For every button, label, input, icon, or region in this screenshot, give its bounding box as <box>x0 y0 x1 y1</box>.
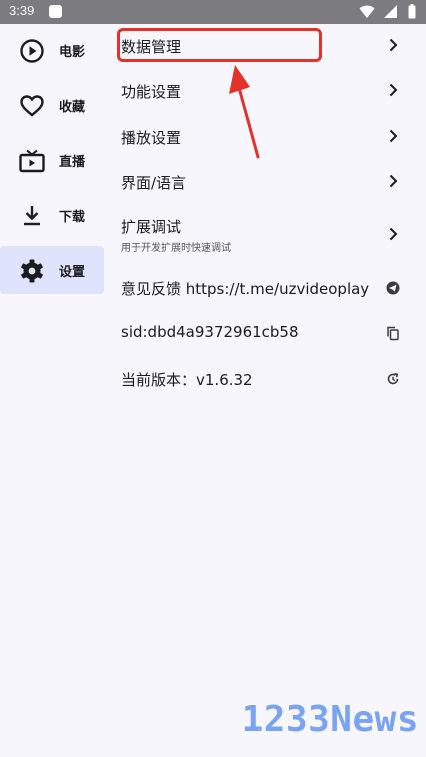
navigation-rail: 电影 收藏 直播 下载 设置 <box>0 24 106 757</box>
heart-icon <box>20 95 44 117</box>
tv-icon <box>19 149 45 173</box>
watermark-logo: 1233News <box>241 699 419 740</box>
chevron-right-icon <box>389 38 398 52</box>
settings-item-feedback[interactable]: 意见反馈 https://t.me/uzvideoplay <box>107 266 426 310</box>
status-bar: 3:39 <box>0 0 426 24</box>
nav-item-downloads[interactable]: 下载 <box>0 191 104 239</box>
notification-square-icon <box>49 5 62 18</box>
telegram-icon <box>386 281 400 295</box>
nav-item-settings[interactable]: 设置 <box>0 246 104 294</box>
annotation-arrow-icon <box>229 65 260 159</box>
settings-item-sublabel: 用于开发扩展时快速调试 <box>121 243 231 254</box>
settings-item-label: 意见反馈 https://t.me/uzvideoplay <box>121 280 370 298</box>
settings-item-interface-language[interactable]: 界面/语言 <box>107 160 426 204</box>
battery-icon <box>408 4 416 19</box>
settings-item-sid[interactable]: sid:dbd4a9372961cb58 <box>107 311 426 355</box>
play-circle-icon <box>20 39 44 63</box>
settings-item-version[interactable]: 当前版本：v1.6.32 <box>107 357 426 401</box>
nav-label: 设置 <box>59 265 86 280</box>
nav-item-movies[interactable]: 电影 <box>0 26 104 74</box>
nav-label: 收藏 <box>59 100 86 115</box>
annotation-highlight-box <box>117 28 322 62</box>
wifi-icon <box>359 5 375 18</box>
nav-label: 电影 <box>59 45 86 60</box>
settings-item-playback[interactable]: 播放设置 <box>107 115 426 159</box>
settings-item-label: 扩展调试 <box>121 218 182 236</box>
settings-item-function[interactable]: 功能设置 <box>107 69 426 113</box>
update-icon <box>387 372 399 385</box>
download-icon <box>24 206 40 226</box>
settings-item-label: sid:dbd4a9372961cb58 <box>121 323 299 341</box>
status-icons <box>359 4 416 23</box>
chevron-right-icon <box>389 227 398 241</box>
settings-item-label: 当前版本：v1.6.32 <box>121 371 253 389</box>
nav-label: 下载 <box>59 210 86 225</box>
nav-item-favorites[interactable]: 收藏 <box>0 81 104 129</box>
gear-icon <box>21 259 43 283</box>
chevron-right-icon <box>389 129 398 143</box>
chevron-right-icon <box>389 83 398 97</box>
chevron-right-icon <box>389 174 398 188</box>
copy-icon <box>387 326 399 341</box>
settings-item-label: 播放设置 <box>121 129 182 147</box>
status-time: 3:39 <box>9 3 35 18</box>
nav-label: 直播 <box>59 155 86 170</box>
settings-item-extension-debug[interactable]: 扩展调试 用于开发扩展时快速调试 <box>107 206 426 258</box>
signal-icon <box>383 5 397 18</box>
settings-item-label: 界面/语言 <box>121 174 187 192</box>
nav-item-live[interactable]: 直播 <box>0 136 104 184</box>
settings-item-label: 功能设置 <box>121 83 182 101</box>
